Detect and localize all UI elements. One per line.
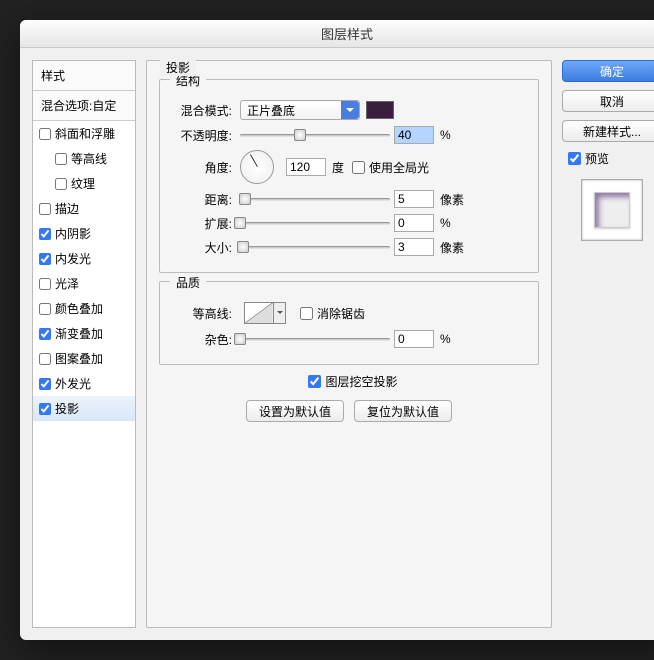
dialog-content: 样式 混合选项:自定 斜面和浮雕等高线纹理描边内阴影内发光光泽颜色叠加渐变叠加图… xyxy=(20,48,654,640)
preview-box xyxy=(581,179,643,241)
sidebar-item-label: 图案叠加 xyxy=(55,350,103,367)
angle-dial[interactable] xyxy=(240,150,274,184)
sidebar-checkbox-10[interactable] xyxy=(39,378,51,390)
sidebar-checkbox-7[interactable] xyxy=(39,303,51,315)
sidebar-item-9[interactable]: 图案叠加 xyxy=(33,346,135,371)
global-light-checkbox[interactable]: 使用全局光 xyxy=(352,159,429,176)
shadow-color-swatch[interactable] xyxy=(366,101,394,119)
sidebar-checkbox-2[interactable] xyxy=(55,178,67,190)
distance-slider[interactable] xyxy=(240,192,390,206)
right-column: 确定 取消 新建样式... 预览 xyxy=(562,60,654,628)
noise-unit: % xyxy=(440,332,451,346)
sidebar-item-5[interactable]: 内发光 xyxy=(33,246,135,271)
contour-picker[interactable] xyxy=(244,302,274,324)
sidebar-item-label: 渐变叠加 xyxy=(55,325,103,342)
size-label: 大小: xyxy=(170,239,240,256)
sidebar-checkbox-8[interactable] xyxy=(39,328,51,340)
sidebar-item-label: 斜面和浮雕 xyxy=(55,125,115,142)
contour-label: 等高线: xyxy=(170,305,240,322)
window-title: 图层样式 xyxy=(20,20,654,48)
opacity-unit: % xyxy=(440,128,451,142)
sidebar-item-label: 内阴影 xyxy=(55,225,91,242)
knockout-checkbox[interactable]: 图层挖空投影 xyxy=(308,373,397,390)
blend-mode-value: 正片叠底 xyxy=(247,102,295,119)
sidebar-checkbox-3[interactable] xyxy=(39,203,51,215)
blend-mode-select[interactable]: 正片叠底 xyxy=(240,100,360,120)
antialias-input[interactable] xyxy=(300,307,313,320)
sidebar-item-label: 光泽 xyxy=(55,275,79,292)
preview-checkbox[interactable]: 预览 xyxy=(568,150,654,167)
structure-fieldset: 结构 混合模式: 正片叠底 不透明度: xyxy=(159,79,539,273)
blend-mode-label: 混合模式: xyxy=(170,102,240,119)
sidebar-item-1[interactable]: 等高线 xyxy=(33,146,135,171)
opacity-slider[interactable] xyxy=(240,128,390,142)
distance-unit: 像素 xyxy=(440,191,464,208)
chevron-down-icon xyxy=(341,101,359,119)
cancel-button[interactable]: 取消 xyxy=(562,90,654,112)
size-unit: 像素 xyxy=(440,239,464,256)
sidebar-checkbox-6[interactable] xyxy=(39,278,51,290)
sidebar-item-6[interactable]: 光泽 xyxy=(33,271,135,296)
sidebar-item-label: 描边 xyxy=(55,200,79,217)
size-input[interactable] xyxy=(394,238,434,256)
chevron-down-icon[interactable] xyxy=(274,302,286,324)
sidebar-item-label: 投影 xyxy=(55,400,79,417)
sidebar-item-label: 等高线 xyxy=(71,150,107,167)
knockout-input[interactable] xyxy=(308,375,321,388)
spread-unit: % xyxy=(440,216,451,230)
opacity-label: 不透明度: xyxy=(170,127,240,144)
noise-slider[interactable] xyxy=(240,332,390,346)
angle-input[interactable] xyxy=(286,158,326,176)
spread-input[interactable] xyxy=(394,214,434,232)
angle-unit: 度 xyxy=(332,159,344,176)
sidebar-item-10[interactable]: 外发光 xyxy=(33,371,135,396)
sidebar-checkbox-11[interactable] xyxy=(39,403,51,415)
preview-input[interactable] xyxy=(568,152,581,165)
sidebar-checkbox-0[interactable] xyxy=(39,128,51,140)
layer-style-dialog: 图层样式 样式 混合选项:自定 斜面和浮雕等高线纹理描边内阴影内发光光泽颜色叠加… xyxy=(20,20,654,640)
styles-sidebar: 样式 混合选项:自定 斜面和浮雕等高线纹理描边内阴影内发光光泽颜色叠加渐变叠加图… xyxy=(32,60,136,628)
sidebar-header-styles[interactable]: 样式 xyxy=(33,61,135,91)
distance-input[interactable] xyxy=(394,190,434,208)
antialias-checkbox[interactable]: 消除锯齿 xyxy=(300,305,365,322)
noise-input[interactable] xyxy=(394,330,434,348)
global-light-input[interactable] xyxy=(352,161,365,174)
sidebar-header-blend[interactable]: 混合选项:自定 xyxy=(33,91,135,121)
sidebar-checkbox-9[interactable] xyxy=(39,353,51,365)
spread-slider[interactable] xyxy=(240,216,390,230)
noise-label: 杂色: xyxy=(170,331,240,348)
reset-default-button[interactable]: 复位为默认值 xyxy=(354,400,452,422)
preview-thumbnail xyxy=(594,192,630,228)
sidebar-item-label: 纹理 xyxy=(71,175,95,192)
sidebar-item-11[interactable]: 投影 xyxy=(33,396,135,421)
tab-label: 投影 xyxy=(160,59,196,76)
opacity-input[interactable] xyxy=(394,126,434,144)
quality-legend: 品质 xyxy=(170,274,206,291)
sidebar-checkbox-4[interactable] xyxy=(39,228,51,240)
sidebar-item-8[interactable]: 渐变叠加 xyxy=(33,321,135,346)
sidebar-item-4[interactable]: 内阴影 xyxy=(33,221,135,246)
sidebar-item-0[interactable]: 斜面和浮雕 xyxy=(33,121,135,146)
sidebar-checkbox-1[interactable] xyxy=(55,153,67,165)
quality-fieldset: 品质 等高线: 消除锯齿 杂色: xyxy=(159,281,539,365)
spread-label: 扩展: xyxy=(170,215,240,232)
sidebar-item-label: 内发光 xyxy=(55,250,91,267)
sidebar-item-2[interactable]: 纹理 xyxy=(33,171,135,196)
size-slider[interactable] xyxy=(240,240,390,254)
ok-button[interactable]: 确定 xyxy=(562,60,654,82)
sidebar-item-3[interactable]: 描边 xyxy=(33,196,135,221)
angle-label: 角度: xyxy=(170,159,240,176)
panel-body: 结构 混合模式: 正片叠底 不透明度: xyxy=(146,60,552,628)
main-panel: 投影 结构 混合模式: 正片叠底 不透明度: xyxy=(146,60,552,628)
distance-label: 距离: xyxy=(170,191,240,208)
sidebar-item-label: 颜色叠加 xyxy=(55,300,103,317)
sidebar-checkbox-5[interactable] xyxy=(39,253,51,265)
new-style-button[interactable]: 新建样式... xyxy=(562,120,654,142)
sidebar-item-label: 外发光 xyxy=(55,375,91,392)
sidebar-item-7[interactable]: 颜色叠加 xyxy=(33,296,135,321)
set-default-button[interactable]: 设置为默认值 xyxy=(246,400,344,422)
